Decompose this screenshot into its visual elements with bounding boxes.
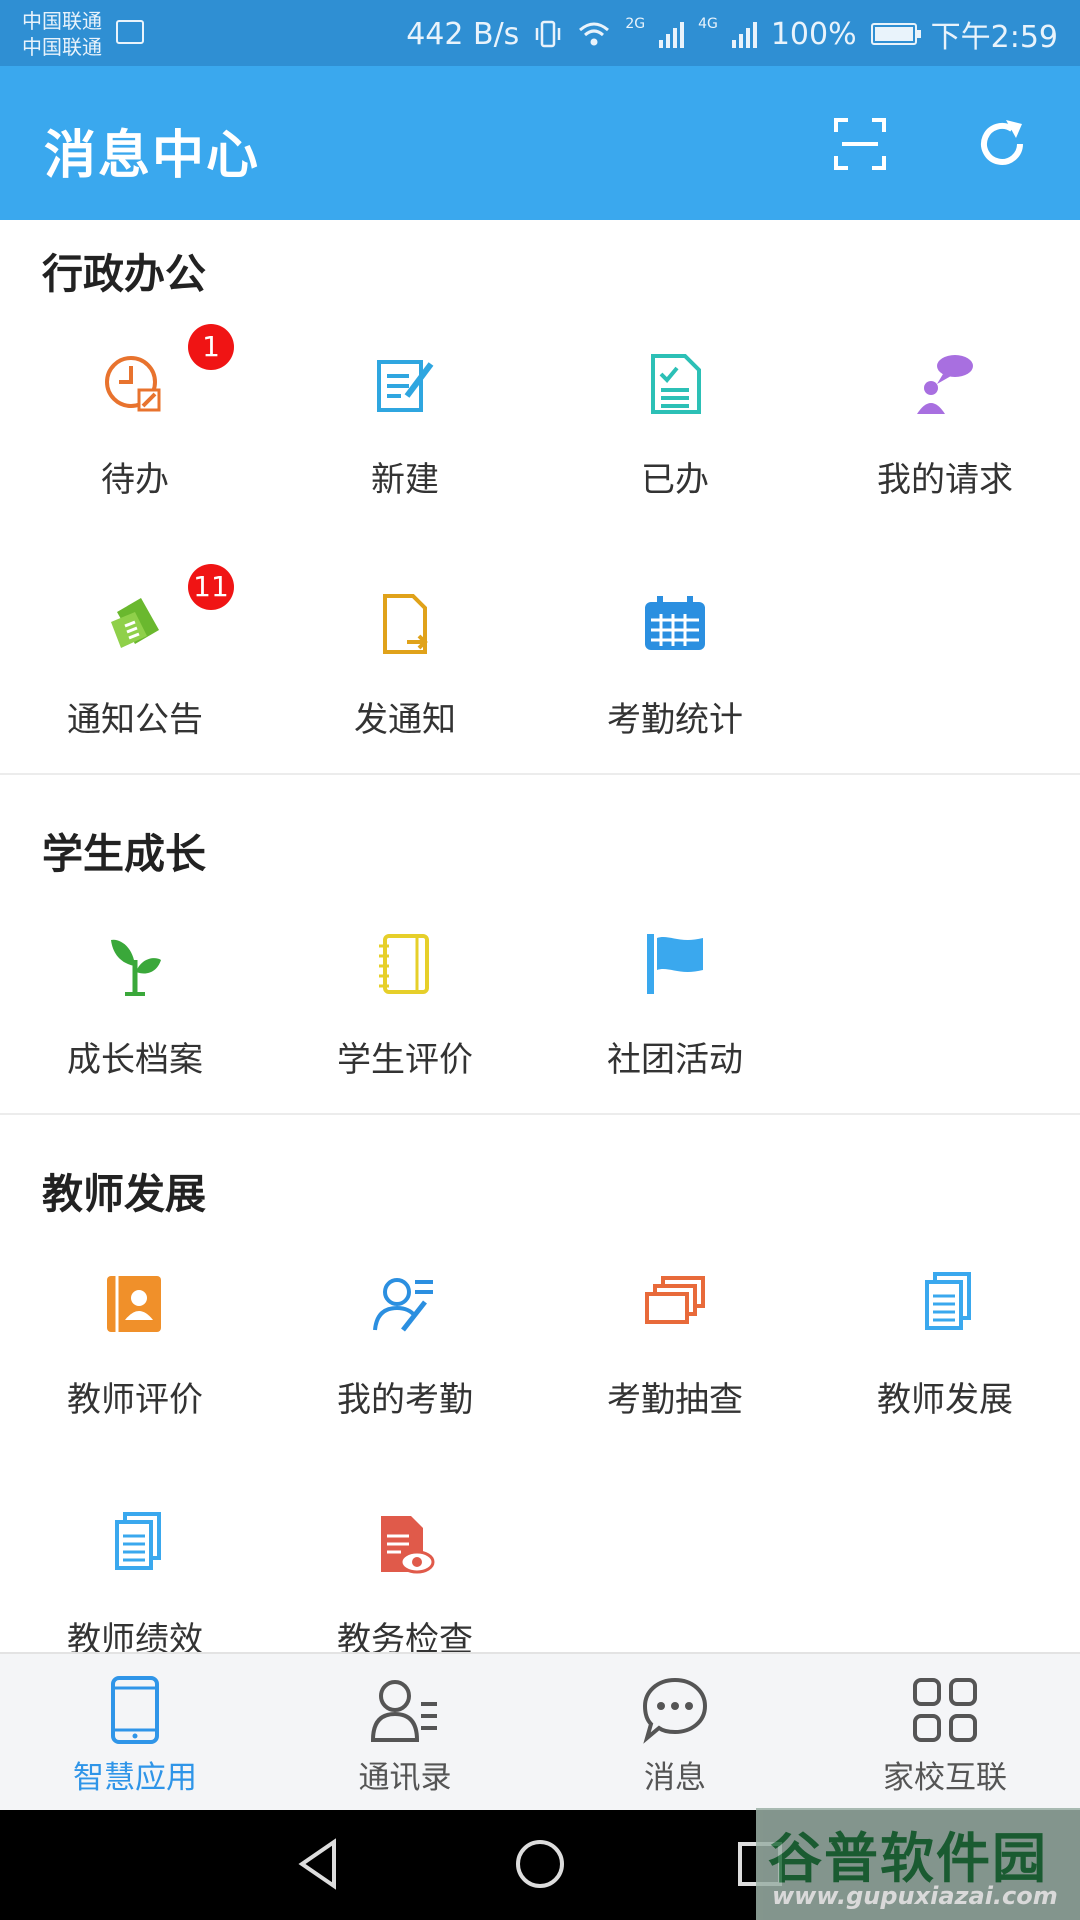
tile-announcement[interactable]: 11 通知公告 [0,564,270,792]
tile-teacher-development[interactable]: 教师发展 [810,1272,1080,1472]
growth-sprout-icon [111,939,161,996]
tile-label: 社团活动 [607,1040,743,1080]
watermark-url: www.gupuxiazai.com [772,1882,1058,1910]
tile-label: 考勤统计 [607,700,743,740]
contacts-icon [371,1680,437,1742]
status-bar: 中国联通 中国联通 442 B/s 2G 4G 100% 下午2:59 [0,0,1080,66]
section-title-admin: 行政办公 [42,250,206,298]
app-bar: 消息中心 [0,66,1080,220]
my-request-icon [917,355,973,414]
tile-todo[interactable]: 1 待办 [0,324,270,552]
tile-teacher-eval[interactable]: 教师评价 [0,1272,270,1472]
clock: 下午2:59 [930,20,1058,55]
carrier-2: 中国联通 [22,35,102,59]
battery-percent: 100% [770,16,857,52]
my-attendance-user-icon [373,1278,433,1332]
grid-icon [913,1678,977,1742]
tile-label: 教师绩效 [67,1620,203,1652]
tile-student-eval[interactable]: 学生评价 [270,932,540,1132]
attendance-check-cards-icon [645,1276,705,1324]
new-edit-icon [377,360,434,412]
back-button[interactable] [290,1834,350,1894]
tile-new[interactable]: 新建 [270,352,540,552]
tablet-icon [111,1676,159,1744]
refresh-button[interactable] [972,114,1032,174]
tile-label: 考勤抽查 [607,1380,743,1420]
tile-attendance-check[interactable]: 考勤抽查 [540,1272,810,1472]
scan-button[interactable] [830,114,890,174]
student-notebook-icon [379,934,429,994]
tab-label: 家校互联 [883,1760,1007,1796]
tab-label: 消息 [644,1760,706,1796]
page-title: 消息中心 [44,126,261,186]
vibrate-icon [536,20,561,48]
tile-attendance-stats[interactable]: 考勤统计 [540,592,810,792]
signal-icon-1 [659,20,685,48]
signal-icon-2 [731,20,757,48]
tile-label: 发通知 [354,700,456,740]
network-speed: 442 B/s [406,16,520,52]
tile-my-request[interactable]: 我的请求 [810,352,1080,552]
status-right: 442 B/s 2G 4G 100% 下午2:59 [406,14,1058,55]
app-grid-content[interactable]: 行政办公 1 待办 新建 已办 我的请求 11 通知公告 发通知 考勤统计 学生… [0,220,1080,1652]
badge-announcement: 11 [188,564,234,610]
bottom-tab-bar: 智慧应用 通讯录 消息 家校互联 [0,1652,1080,1812]
club-flag-icon [647,934,703,994]
wifi-icon [579,22,610,46]
watermark: 谷普软件园 www.gupuxiazai.com [756,1808,1080,1920]
refresh-icon [981,120,1023,165]
section-divider [0,1113,1080,1115]
tab-label: 通讯录 [358,1760,452,1796]
tile-label: 新建 [371,460,439,500]
network-type-1: 2G [625,16,646,32]
tile-my-attendance[interactable]: 我的考勤 [270,1272,540,1472]
teacher-contact-book-icon [107,1276,161,1332]
battery-icon [870,23,921,45]
tile-label: 已办 [641,460,709,500]
tile-label: 教师发展 [877,1380,1013,1420]
teacher-performance-docs-icon [115,1512,161,1570]
tile-label: 待办 [101,460,169,500]
tab-home-school[interactable]: 家校互联 [810,1654,1080,1812]
chat-bubble-icon [642,1677,708,1744]
tile-club-activity[interactable]: 社团活动 [540,932,810,1132]
announcement-scroll-icon [111,598,159,648]
scan-icon [834,118,886,170]
carrier-info: 中国联通 中国联通 [22,8,102,60]
home-button[interactable] [510,1834,570,1894]
tile-label: 通知公告 [67,700,203,740]
network-type-2: 4G [698,16,718,32]
tile-done[interactable]: 已办 [540,352,810,552]
tile-label: 教务检查 [337,1620,473,1652]
section-title-teacher: 教师发展 [42,1170,206,1218]
tab-messages[interactable]: 消息 [540,1654,810,1812]
attendance-calendar-icon [645,596,705,650]
section-divider [0,773,1080,775]
tile-label: 我的考勤 [337,1380,473,1420]
tile-label: 学生评价 [337,1040,473,1080]
tile-academic-inspection[interactable]: 教务检查 [270,1512,540,1652]
tab-smart-apps[interactable]: 智慧应用 [0,1654,270,1812]
tile-label: 教师评价 [67,1380,203,1420]
done-document-icon [651,354,701,414]
tile-teacher-performance[interactable]: 教师绩效 [0,1512,270,1652]
tab-contacts[interactable]: 通讯录 [270,1654,540,1812]
send-notice-icon [383,594,428,654]
carrier-1: 中国联通 [22,9,102,33]
home-circle-icon [516,1840,564,1888]
academic-inspection-icon [381,1516,435,1574]
back-triangle-icon [298,1838,336,1890]
tile-label: 我的请求 [877,460,1013,500]
teacher-development-docs-icon [925,1272,971,1330]
tile-growth-file[interactable]: 成长档案 [0,932,270,1132]
activity-monitor-icon [116,20,144,44]
todo-clock-icon [105,356,161,412]
badge-todo: 1 [188,324,234,370]
section-title-student: 学生成长 [42,830,206,878]
tile-send-notice[interactable]: 发通知 [270,592,540,792]
tile-label: 成长档案 [67,1040,203,1080]
tab-label: 智慧应用 [73,1760,197,1796]
